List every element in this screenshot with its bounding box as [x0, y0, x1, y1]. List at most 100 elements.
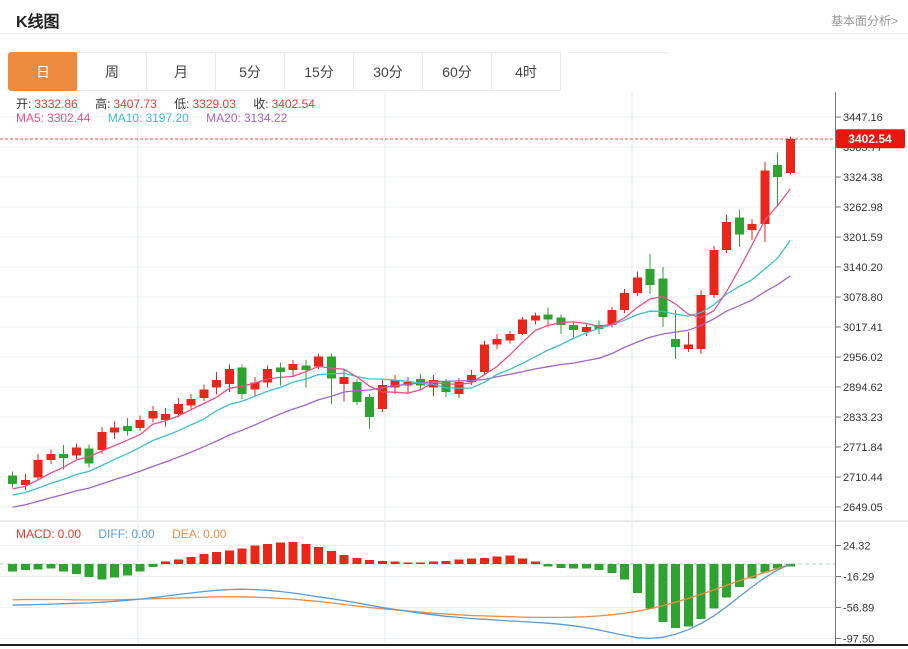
candle — [569, 325, 578, 330]
dea-label: DEA: — [172, 527, 200, 541]
axis-tick-label: 3447.16 — [843, 112, 883, 124]
candle — [697, 295, 706, 349]
macd-bar — [21, 564, 30, 570]
high-label: 高: — [95, 97, 110, 111]
candle — [505, 334, 514, 340]
candle — [709, 250, 718, 295]
candle — [59, 454, 68, 458]
open-label: 开: — [16, 97, 31, 111]
ma-lines — [13, 276, 791, 507]
candle — [72, 447, 81, 455]
kline-chart-app: K线图 基本面分析> 日 周 月 5分 15分 30分 60分 4时 开:333… — [0, 0, 908, 649]
macd-bar — [697, 564, 706, 619]
candle — [556, 317, 565, 325]
tab-15min[interactable]: 15分 — [284, 52, 354, 91]
macd-bar — [174, 559, 183, 564]
candle — [340, 377, 349, 384]
tab-5min[interactable]: 5分 — [215, 52, 285, 91]
macd-label: MACD: — [16, 527, 55, 541]
diff-value: 0.00 — [131, 527, 154, 541]
candle — [735, 217, 744, 234]
macd-bar — [620, 564, 629, 579]
candle — [786, 139, 795, 173]
axis-tick-label: -97.50 — [843, 633, 874, 645]
macd-bar — [493, 556, 502, 564]
macd-bar — [684, 564, 693, 627]
axis-tick-label: 3262.98 — [843, 202, 883, 214]
macd-bar — [59, 564, 68, 572]
macd-bar — [607, 564, 616, 573]
macd-bar — [442, 561, 451, 564]
close-label: 收: — [253, 97, 268, 111]
ma5-value: 3302.44 — [47, 111, 90, 125]
axis-tick-label: -56.89 — [843, 602, 874, 614]
fundamental-analysis-link[interactable]: 基本面分析> — [831, 12, 898, 29]
tab-30min[interactable]: 30分 — [353, 52, 423, 91]
candle — [8, 475, 17, 484]
macd-bar — [136, 564, 145, 572]
ohlc-readout: 开:3332.86 高:3407.73 低:3329.03 收:3402.54 — [16, 95, 318, 112]
low-value: 3329.03 — [193, 97, 236, 111]
candle — [148, 411, 157, 418]
macd-bar — [340, 555, 349, 564]
candle — [34, 460, 43, 478]
tab-4hour[interactable]: 4时 — [491, 52, 561, 91]
candle — [773, 165, 782, 177]
open-value: 3332.86 — [34, 97, 77, 111]
candle — [531, 315, 540, 320]
macd-bar — [212, 552, 221, 564]
macd-bar — [225, 550, 234, 564]
close-value: 3402.54 — [272, 97, 315, 111]
macd-bar — [187, 557, 196, 564]
last-price-badge: 3402.54 — [836, 129, 905, 148]
macd-bar — [671, 564, 680, 628]
candle — [314, 357, 323, 367]
macd-readout: MACD:0.00 DIFF:0.00 DEA:0.00 — [16, 527, 229, 541]
tab-day[interactable]: 日 — [8, 52, 78, 91]
candle — [238, 367, 247, 394]
macd-bar — [403, 562, 412, 564]
price-axis: 3447.163385.773324.383262.983201.593140.… — [836, 92, 883, 645]
candle — [289, 364, 298, 370]
macd-bar — [429, 562, 438, 564]
tab-week[interactable]: 周 — [77, 52, 147, 91]
candle — [633, 277, 642, 293]
macd-bar — [110, 564, 119, 578]
macd-bar — [46, 564, 55, 569]
axis-tick-label: 2956.02 — [843, 352, 883, 364]
axis-tick-label: 2894.62 — [843, 382, 883, 394]
high-value: 3407.73 — [113, 97, 156, 111]
candle — [123, 426, 132, 431]
candle — [684, 344, 693, 349]
axis-tick-label: 3201.59 — [843, 232, 883, 244]
candlestick-macd-chart: 3447.163385.773324.383262.983201.593140.… — [0, 92, 908, 649]
macd-bar — [148, 564, 157, 567]
macd-bar — [658, 564, 667, 622]
page-title: K线图 — [16, 8, 60, 32]
ma-readout: MA5:3302.44 MA10:3197.20 MA20:3134.22 — [16, 111, 290, 125]
macd-bar — [72, 564, 81, 574]
macd-bar — [646, 564, 655, 608]
macd-bar — [735, 564, 744, 587]
candle — [365, 397, 374, 417]
macd-bar — [8, 564, 17, 572]
macd-bar — [531, 562, 540, 564]
axis-tick-label: 2649.05 — [843, 502, 883, 514]
tab-month[interactable]: 月 — [146, 52, 216, 91]
macd-bar — [301, 544, 310, 564]
diff-label: DIFF: — [98, 527, 128, 541]
axis-tick-label: 2833.23 — [843, 412, 883, 424]
macd-bar — [722, 564, 731, 598]
candle — [480, 344, 489, 372]
macd-bar — [569, 564, 578, 569]
macd-bar — [276, 543, 285, 564]
candle — [671, 339, 680, 347]
candle — [352, 382, 361, 402]
axis-tick-label: 2710.44 — [843, 472, 883, 484]
macd-value: 0.00 — [58, 527, 81, 541]
ma10-line — [13, 240, 791, 495]
tab-60min[interactable]: 60分 — [422, 52, 492, 91]
ma20-line — [13, 276, 791, 507]
ma5-label: MA5: — [16, 111, 44, 125]
candle — [187, 399, 196, 405]
